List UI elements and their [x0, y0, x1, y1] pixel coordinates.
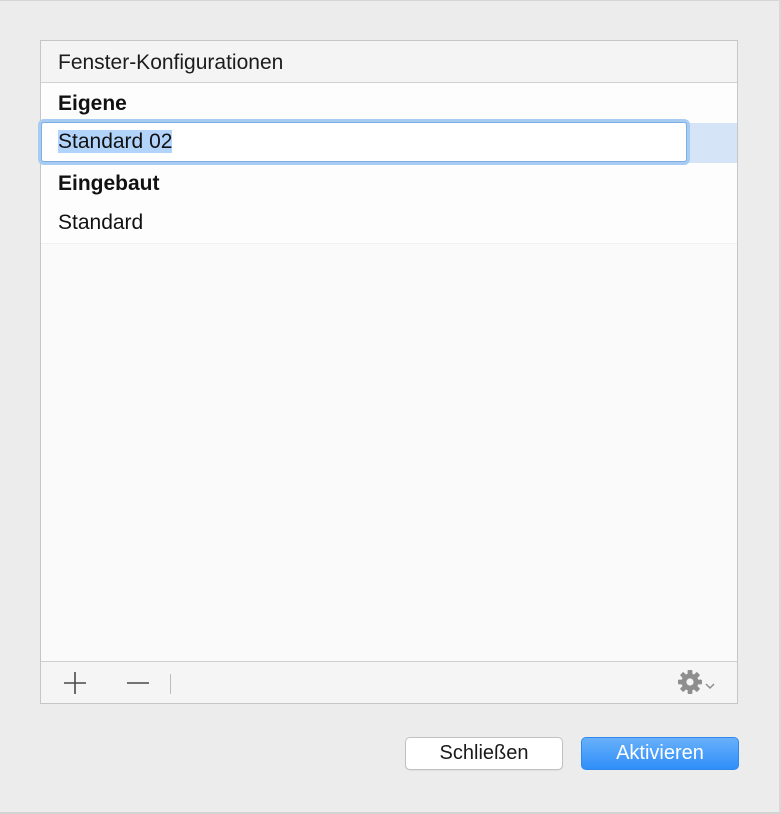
actions-menu-button[interactable] — [677, 669, 723, 697]
list-toolbar — [41, 661, 737, 703]
minus-icon — [127, 682, 149, 684]
plus-icon — [64, 672, 86, 694]
window-top-edge — [0, 0, 781, 1]
list-item-standard[interactable]: Standard — [41, 203, 737, 244]
configurations-list: Eigene Standard 02 Eingebaut Standard — [41, 83, 737, 244]
group-header-own: Eigene — [58, 92, 127, 115]
rename-field[interactable]: Standard 02 — [41, 122, 687, 162]
toolbar-separator — [170, 674, 171, 694]
add-configuration-button[interactable] — [41, 662, 105, 703]
rename-field-text: Standard 02 — [58, 130, 173, 153]
gear-icon — [678, 670, 715, 694]
list-item-standard-02[interactable]: Standard 02 — [41, 122, 737, 163]
activate-button[interactable]: Aktivieren — [581, 737, 739, 770]
remove-configuration-button[interactable] — [105, 662, 169, 703]
chevron-down-icon — [705, 683, 715, 690]
close-button[interactable]: Schließen — [405, 737, 563, 770]
group-header-builtin: Eingebaut — [58, 172, 160, 195]
window-configurations-panel: Fenster-Konfigurationen Eigene Standard … — [40, 40, 738, 704]
panel-header: Fenster-Konfigurationen — [41, 41, 737, 83]
